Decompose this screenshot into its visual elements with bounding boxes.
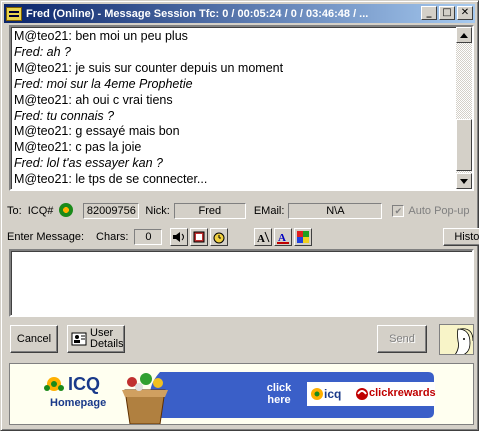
title-bar[interactable]: Fred (Online) - Message Session Tfc: 0 /… bbox=[4, 4, 475, 23]
chat-message: Fred: ah ? bbox=[14, 44, 71, 59]
chat-message: Fred: tu connais ? bbox=[14, 108, 115, 123]
icq-flower-icon bbox=[59, 202, 74, 220]
chat-message: M@teo21: ben moi un peu plus bbox=[14, 29, 188, 43]
font-color-icon[interactable]: A bbox=[274, 228, 293, 246]
enter-message-label: Enter Message: bbox=[7, 231, 85, 243]
banner-click-line1: click bbox=[266, 382, 292, 394]
chat-history-pane[interactable]: M@teo21: ben moi un peu plus Fred: ah ? M@… bbox=[9, 25, 474, 191]
chat-message: Fred: lol t'as essayer kan ? bbox=[14, 156, 163, 171]
svg-text:A: A bbox=[257, 233, 265, 244]
arrow-down-icon bbox=[460, 178, 468, 184]
email-label: EMail: bbox=[253, 205, 285, 217]
send-button[interactable]: Send bbox=[377, 325, 427, 353]
history-button[interactable]: History bbox=[443, 228, 479, 246]
chat-scrollbar[interactable] bbox=[456, 27, 472, 189]
user-details-label-line2: Details bbox=[90, 338, 124, 350]
icq-number-label: ICQ# bbox=[27, 205, 54, 217]
avatar-face-icon bbox=[440, 325, 473, 354]
close-button[interactable]: ✕ bbox=[457, 6, 473, 20]
auto-popup-label: Auto Pop-up bbox=[408, 205, 470, 217]
ad-banner[interactable]: ICQ Homepage click here icq clickrewards bbox=[9, 363, 474, 425]
message-app-icon bbox=[6, 6, 22, 21]
email-field: N\A bbox=[288, 203, 383, 219]
user-details-button[interactable]: User Details bbox=[67, 325, 125, 353]
message-session-window: Fred (Online) - Message Session Tfc: 0 /… bbox=[0, 0, 479, 431]
banner-homepage-label: Homepage bbox=[50, 397, 107, 409]
chat-message: M@teo21: le tps de se connecter... bbox=[14, 172, 208, 187]
alarm-clock-icon[interactable] bbox=[210, 228, 229, 246]
compose-toolbar: Enter Message: Chars: 0 A A History bbox=[7, 227, 479, 247]
auto-popup-checkbox[interactable]: ✔ bbox=[392, 205, 405, 217]
to-label: To: bbox=[7, 205, 22, 217]
banner-icq-logo: ICQ bbox=[68, 374, 101, 394]
contact-avatar bbox=[439, 324, 474, 355]
arrow-up-icon bbox=[460, 32, 468, 38]
chat-message: M@teo21: g essayé mais bon bbox=[14, 124, 180, 139]
chars-label: Chars: bbox=[96, 231, 129, 243]
maximize-button[interactable]: □ bbox=[439, 6, 455, 20]
font-style-icon[interactable]: A bbox=[254, 228, 273, 246]
background-color-icon[interactable] bbox=[294, 228, 313, 246]
chars-counter: 0 bbox=[134, 229, 163, 245]
nick-label: Nick: bbox=[145, 205, 170, 217]
scroll-down-button[interactable] bbox=[456, 173, 472, 189]
chat-message: M@teo21: ah oui c vrai tiens bbox=[14, 92, 173, 107]
sound-icon[interactable] bbox=[170, 228, 189, 246]
cancel-button[interactable]: Cancel bbox=[10, 325, 58, 353]
banner-clickrewards-label: clickrewards bbox=[369, 387, 436, 399]
stamp-icon[interactable] bbox=[190, 228, 209, 246]
chat-message: Fred: moi sur la 4eme Prophetie bbox=[14, 76, 193, 91]
user-details-icon bbox=[71, 332, 87, 346]
nick-field: Fred bbox=[173, 203, 246, 219]
minimize-button[interactable]: _ bbox=[421, 6, 437, 20]
contact-info-row: To: ICQ# 82009756 Nick: Fred EMail: N\A … bbox=[7, 202, 470, 220]
icq-number-field: 82009756 bbox=[83, 203, 140, 219]
window-title: Fred (Online) - Message Session Tfc: 0 /… bbox=[26, 7, 369, 20]
banner-icq-small-logo: icq bbox=[324, 387, 342, 401]
scroll-thumb[interactable] bbox=[456, 119, 472, 171]
scroll-up-button[interactable] bbox=[456, 27, 472, 43]
banner-click-line2: here bbox=[267, 394, 291, 406]
chat-lines: M@teo21: ben moi un peu plus Fred: ah ? M@… bbox=[14, 29, 454, 188]
message-input[interactable] bbox=[9, 249, 474, 317]
chat-message: M@teo21: je suis sur counter depuis un m… bbox=[14, 60, 284, 75]
chat-message: M@teo21: c pas la joie bbox=[14, 140, 142, 155]
banner-click-here[interactable]: click here bbox=[264, 382, 294, 406]
